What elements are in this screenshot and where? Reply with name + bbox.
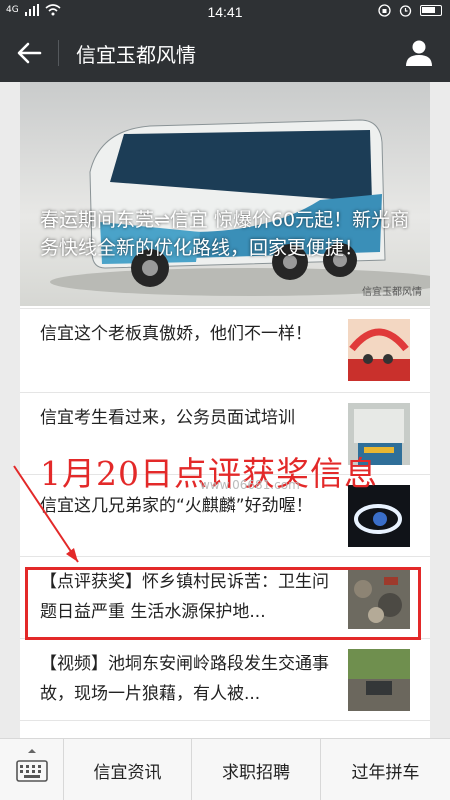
menu-tab-carpool[interactable]: 过年拼车: [321, 739, 450, 800]
site-watermark: www.06681.com: [200, 478, 300, 492]
hero-article[interactable]: 春运期间东莞⇌信宜 惊爆价60元起！新光商务快线全新的优化路线，回家更便捷！ 信…: [20, 82, 430, 306]
hero-watermark: 信宜玉都风情: [362, 287, 422, 298]
status-right: [378, 4, 442, 17]
battery-icon: [420, 5, 442, 16]
article-title: 信宜这个老板真傲娇，他们不一样！: [40, 324, 312, 344]
article-thumbnail: [348, 649, 410, 711]
keyboard-icon: [16, 749, 48, 782]
lock-rotation-icon: [378, 4, 391, 17]
highlight-frame: [25, 567, 421, 640]
hero-caption: 春运期间东莞⇌信宜 惊爆价60元起！新光商务快线全新的优化路线，回家更便捷！: [40, 209, 410, 259]
status-bar: 4G 14:41: [0, 0, 450, 24]
nav-bar: 信宜玉都风情: [0, 24, 450, 82]
list-item[interactable]: 【视频】池垌东安闸岭路段发生交通事故，现场一片狼藉，有人被...: [20, 638, 430, 720]
list-item[interactable]: 信宜这个老板真傲娇，他们不一样！: [20, 308, 430, 390]
menu-tab-news[interactable]: 信宜资讯: [64, 739, 192, 800]
bottom-menu: 信宜资讯 求职招聘 过年拼车: [0, 738, 450, 800]
article-thumbnail: [348, 319, 410, 381]
page-title: 信宜玉都风情: [76, 43, 196, 67]
nav-divider: [58, 40, 59, 66]
article-title: 信宜考生看过来，公务员面试培训: [40, 408, 295, 428]
article-title: 【视频】池垌东安闸岭路段发生交通事故，现场一片狼藉，有人被...: [40, 654, 329, 704]
list-item[interactable]: [20, 720, 430, 738]
menu-tab-jobs[interactable]: 求职招聘: [192, 739, 321, 800]
back-arrow-icon[interactable]: [14, 38, 44, 68]
alarm-icon: [399, 5, 412, 17]
profile-icon[interactable]: [404, 38, 434, 68]
bus-image: [50, 119, 430, 296]
keyboard-toggle-button[interactable]: [0, 739, 64, 800]
